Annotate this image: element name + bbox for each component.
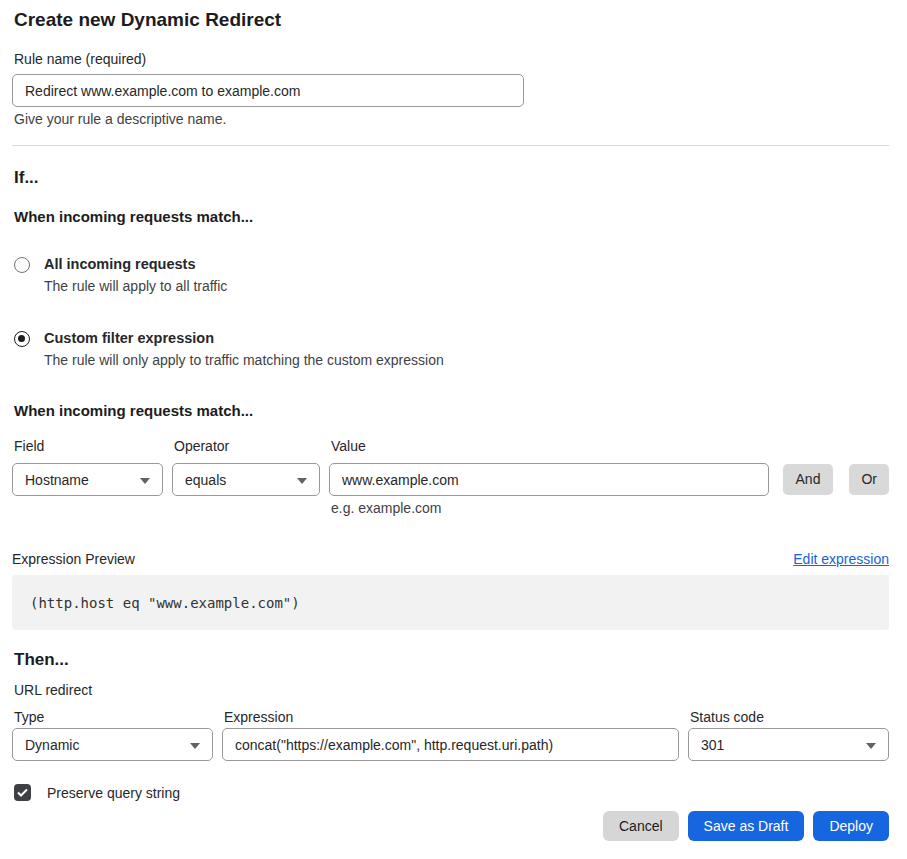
expression-preview-label: Expression Preview xyxy=(12,552,135,566)
preserve-query-label: Preserve query string xyxy=(47,785,180,801)
operator-select[interactable]: equals xyxy=(172,463,320,496)
or-button[interactable]: Or xyxy=(849,464,889,495)
save-draft-button[interactable]: Save as Draft xyxy=(688,811,805,841)
operator-label: Operator xyxy=(174,439,320,453)
status-code-select[interactable]: 301 xyxy=(688,728,889,761)
value-label: Value xyxy=(331,439,769,453)
radio-option-all-requests[interactable]: All incoming requests The rule will appl… xyxy=(14,257,889,293)
check-icon xyxy=(17,788,28,797)
expression-input[interactable] xyxy=(222,728,679,761)
value-input[interactable] xyxy=(329,463,769,496)
match-heading: When incoming requests match... xyxy=(14,209,889,225)
form-actions: Cancel Save as Draft Deploy xyxy=(12,811,889,841)
radio-all-requests[interactable] xyxy=(14,257,30,273)
cancel-button[interactable]: Cancel xyxy=(603,811,679,841)
status-code-label: Status code xyxy=(690,710,889,724)
rule-name-label: Rule name (required) xyxy=(14,52,889,66)
chevron-down-icon xyxy=(140,478,150,484)
filter-row: Field Hostname Operator equals Value e.g… xyxy=(12,439,889,515)
filter-heading: When incoming requests match... xyxy=(14,403,889,419)
radio-all-requests-desc: The rule will apply to all traffic xyxy=(44,279,227,293)
chevron-down-icon xyxy=(866,743,876,749)
type-label: Type xyxy=(14,710,213,724)
then-heading: Then... xyxy=(14,650,889,670)
preserve-query-checkbox[interactable] xyxy=(14,784,31,801)
field-select[interactable]: Hostname xyxy=(12,463,163,496)
redirect-config-row: Type Dynamic Expression Status code 301 xyxy=(12,710,889,761)
page-title: Create new Dynamic Redirect xyxy=(14,10,889,30)
radio-option-custom-filter[interactable]: Custom filter expression The rule will o… xyxy=(14,331,889,367)
rule-name-helper: Give your rule a descriptive name. xyxy=(14,112,889,126)
radio-custom-filter-label: Custom filter expression xyxy=(44,331,444,346)
expression-preview-code: (http.host eq "www.example.com") xyxy=(12,575,889,630)
if-heading: If... xyxy=(14,168,889,188)
expression-label: Expression xyxy=(224,710,679,724)
radio-all-requests-label: All incoming requests xyxy=(44,257,227,272)
section-divider xyxy=(12,145,889,146)
url-redirect-label: URL redirect xyxy=(14,683,889,697)
and-button[interactable]: And xyxy=(783,464,834,495)
radio-custom-filter-desc: The rule will only apply to traffic matc… xyxy=(44,353,444,367)
rule-name-input[interactable] xyxy=(12,74,524,107)
deploy-button[interactable]: Deploy xyxy=(813,811,889,841)
radio-custom-filter[interactable] xyxy=(14,331,30,347)
create-redirect-form: Create new Dynamic Redirect Rule name (r… xyxy=(0,0,907,841)
chevron-down-icon xyxy=(297,478,307,484)
chevron-down-icon xyxy=(190,743,200,749)
preserve-query-row[interactable]: Preserve query string xyxy=(14,784,889,801)
field-label: Field xyxy=(14,439,163,453)
value-helper: e.g. example.com xyxy=(331,501,769,515)
edit-expression-link[interactable]: Edit expression xyxy=(793,552,889,566)
type-select[interactable]: Dynamic xyxy=(12,728,213,761)
